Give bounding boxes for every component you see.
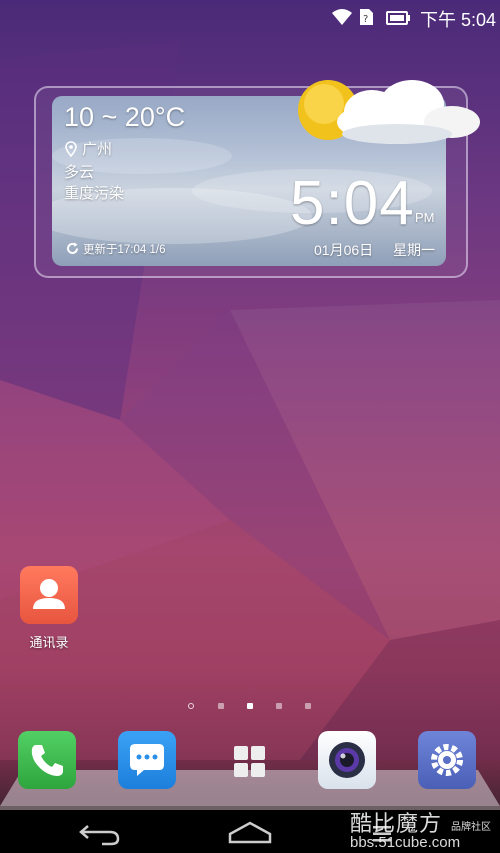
- battery-icon: [386, 11, 410, 25]
- settings-icon: [431, 744, 463, 776]
- status-time: 下午 5:04: [419, 10, 496, 30]
- phone-icon: [31, 745, 63, 776]
- messages-app[interactable]: [118, 731, 176, 789]
- weather-updated-time: 更新于17:04 1/6: [83, 244, 166, 256]
- widget-clock[interactable]: 5:04: [290, 168, 415, 239]
- weather-temperature: 10 ~ 20°C: [64, 102, 186, 132]
- weather-city: 广州: [82, 141, 113, 158]
- page-dot-2: [218, 703, 224, 709]
- camera-app[interactable]: [318, 731, 376, 789]
- messages-icon: [130, 744, 164, 776]
- back-icon[interactable]: [78, 822, 122, 846]
- sim-icon: ?: [360, 9, 373, 25]
- page-dot-5: [305, 703, 311, 709]
- watermark-url: bbs.51cube.com: [350, 834, 461, 851]
- widget-ampm: PM: [415, 210, 435, 225]
- settings-app[interactable]: [418, 731, 476, 789]
- home-icon[interactable]: [226, 820, 274, 846]
- wifi-icon: [332, 9, 352, 25]
- widget-weekday: 星期一: [393, 242, 435, 258]
- phone-app[interactable]: [18, 731, 76, 789]
- page-dot-4: [276, 703, 282, 709]
- page-dot-1: [188, 703, 194, 709]
- app-drawer-icon: [234, 746, 265, 777]
- contacts-app[interactable]: [20, 566, 78, 624]
- page-dot-3-active: [247, 703, 253, 709]
- svg-text:?: ?: [363, 14, 368, 25]
- weather-pollution: 重度污染: [64, 185, 125, 202]
- location-pin-icon: [65, 141, 77, 157]
- contacts-label: 通讯录: [29, 635, 69, 650]
- widget-date: 01月06日: [314, 242, 374, 258]
- camera-icon: [329, 742, 365, 778]
- partly-cloudy-icon: [298, 80, 480, 144]
- weather-condition: 多云: [64, 164, 95, 181]
- contacts-icon: [33, 579, 65, 609]
- refresh-icon[interactable]: [66, 242, 79, 255]
- watermark-tag: 品牌社区: [451, 822, 491, 833]
- status-bar: ? 下午 5:04: [0, 0, 500, 34]
- app-drawer-button[interactable]: [221, 731, 279, 789]
